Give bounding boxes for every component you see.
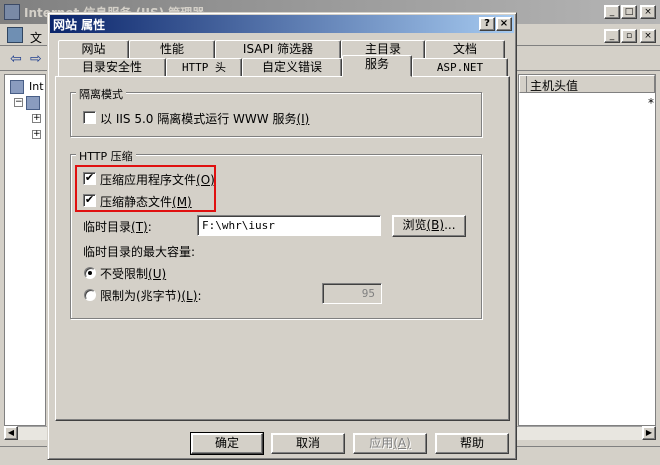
tree-collapse-icon[interactable]: − [14,98,23,107]
iis-manager-app-icon [4,4,20,20]
tab-http-headers[interactable]: HTTP 头 [166,58,242,77]
back-arrow-icon[interactable]: ⇦ [10,51,22,67]
limit-radio[interactable] [84,289,96,301]
tree-pane [4,74,46,426]
host-header-value: * [648,96,654,110]
http-compression-group-label: HTTP 压缩 [76,148,136,164]
tree-expand-icon[interactable]: + [32,130,41,139]
compress-static-files-label[interactable]: 压缩静态文件(M) [100,193,192,210]
scroll-left-icon[interactable]: ◀ [4,426,18,440]
tab-aspnet[interactable]: ASP.NET [412,58,508,77]
help-icon[interactable]: ? [479,17,495,31]
cancel-button[interactable]: 取消 [271,433,345,454]
iis5-isolation-label[interactable]: 以 IIS 5.0 隔离模式运行 WWW 服务(I) [100,110,309,127]
compress-app-files-label[interactable]: 压缩应用程序文件(O) [100,171,215,188]
maximize-icon[interactable]: □ [621,5,637,19]
apply-button[interactable]: 应用(A) [353,433,427,454]
mdi-minimize-icon[interactable]: _ [604,29,620,43]
column-separator[interactable] [526,76,527,92]
tab-documents[interactable]: 文档 [425,40,505,59]
temp-directory-input[interactable]: F:\whr\iusr [197,215,381,236]
dialog-close-icon[interactable]: × [496,17,512,31]
tab-service[interactable]: 服务 [342,55,412,77]
temp-directory-label: 临时目录(T): [83,220,152,234]
tab-performance[interactable]: 性能 [129,40,215,59]
minimize-icon[interactable]: _ [604,5,620,19]
dialog-titlebar[interactable] [50,15,514,33]
mdi-close-icon[interactable]: × [640,29,656,43]
browse-button[interactable]: 浏览(B)... [392,215,466,237]
tab-website[interactable]: 网站 [58,40,129,59]
tab-custom-errors[interactable]: 自定义错误 [242,58,342,77]
compress-static-files-checkbox[interactable]: ✔ [83,194,96,207]
mdi-restore-icon[interactable]: ▫ [621,29,637,43]
limit-size-input[interactable]: 95 [322,283,382,304]
max-size-label: 临时目录的最大容量: [83,245,196,259]
iis5-isolation-checkbox[interactable] [83,111,96,124]
tab-isapi-filters[interactable]: ISAPI 筛选器 [215,40,341,59]
limit-label[interactable]: 限制为(兆字节)(L): [100,287,201,304]
console-doc-icon [7,27,23,43]
compress-app-files-checkbox[interactable]: ✔ [83,172,96,185]
help-button[interactable]: 帮助 [435,433,509,454]
menu-file[interactable]: 文 [30,29,42,46]
tab-directory-security[interactable]: 目录安全性 [58,58,166,77]
scroll-right-icon[interactable]: ▶ [642,426,656,440]
isolation-mode-group-label: 隔离模式 [76,86,126,102]
host-header-column-label: 主机头值 [530,79,579,93]
tree-expand-icon[interactable]: + [32,114,41,123]
tree-root-label[interactable]: Int [29,80,44,93]
ok-button[interactable]: 确定 [190,432,264,455]
forward-arrow-icon[interactable]: ⇨ [30,51,42,67]
unlimited-radio[interactable] [84,267,96,279]
close-icon[interactable]: × [640,5,656,19]
iis-root-icon [10,80,24,94]
dialog-title: 网站 属性 [53,18,106,32]
unlimited-label[interactable]: 不受限制(U) [100,265,166,282]
radio-selected-dot [88,271,92,275]
details-pane [518,74,656,426]
server-icon [26,96,40,110]
